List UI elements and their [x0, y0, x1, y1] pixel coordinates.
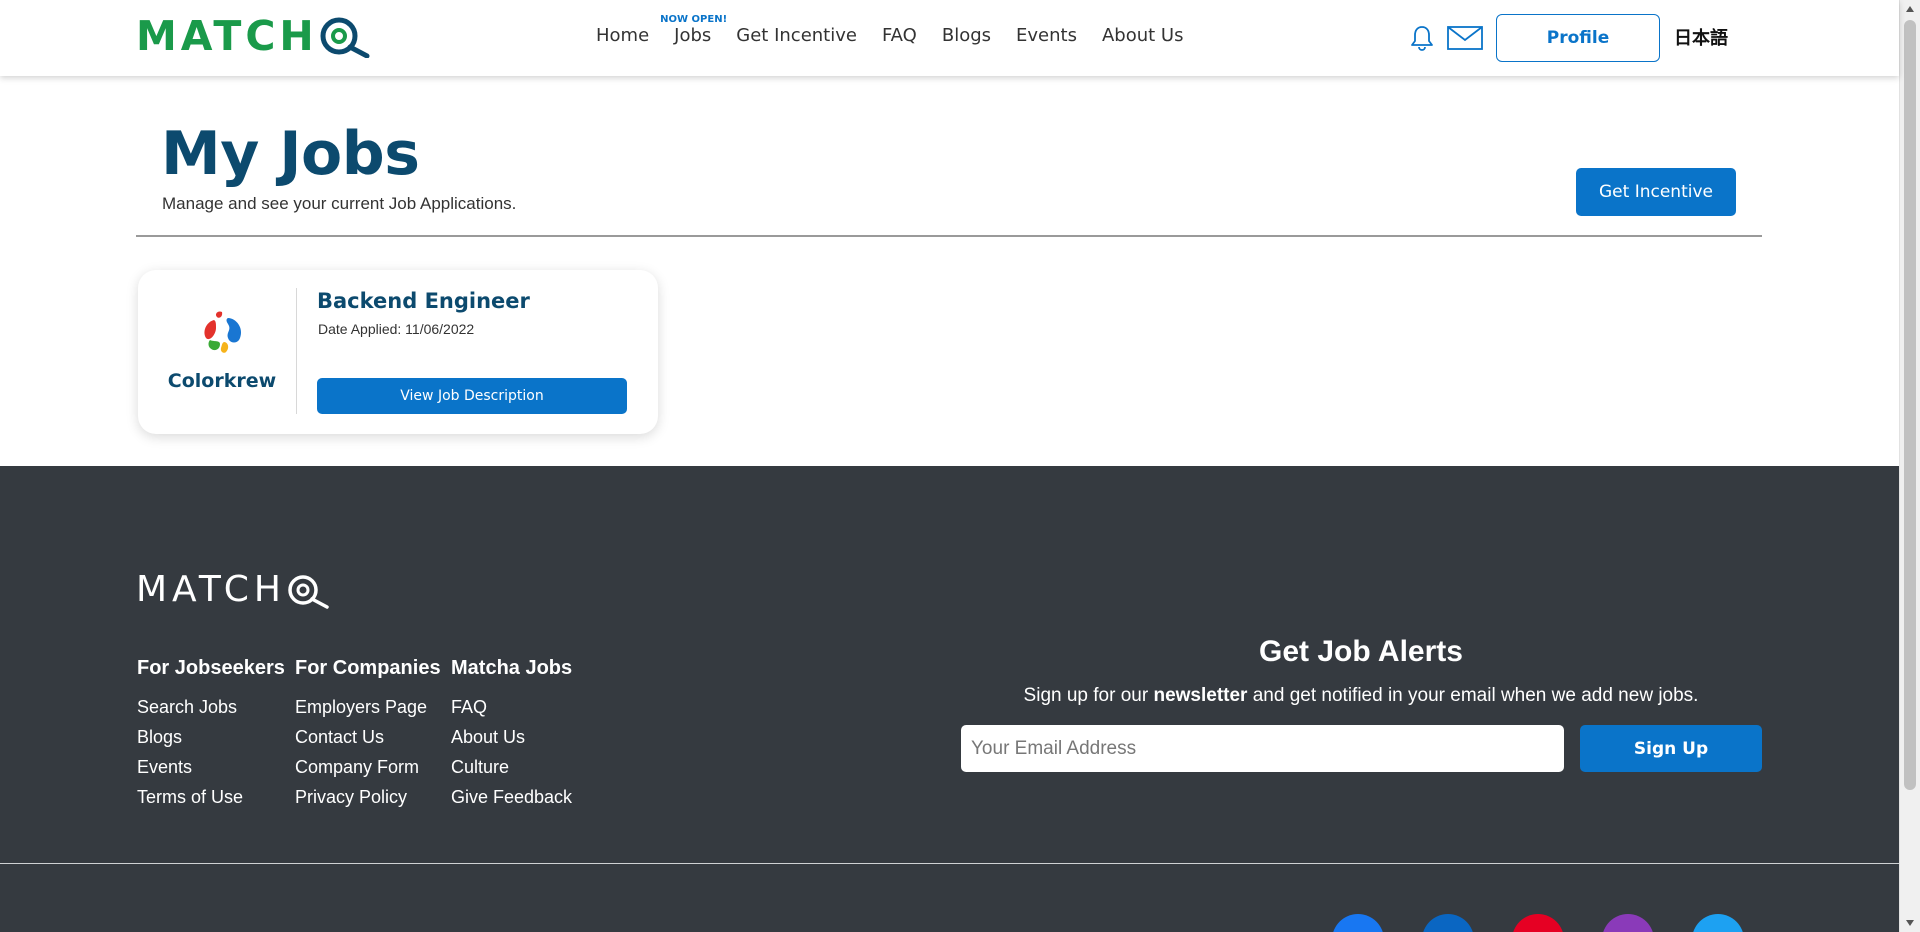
now-open-badge: NOW OPEN!: [660, 14, 728, 25]
page-scrollbar[interactable]: [1899, 0, 1920, 932]
main-nav: Home NOW OPEN! Jobs Get Incentive FAQ Bl…: [596, 14, 1208, 50]
company-name: Colorkrew: [167, 370, 277, 392]
footer-link-events[interactable]: Events: [137, 752, 285, 782]
mail-icon[interactable]: [1447, 26, 1483, 50]
footer-col-companies: For Companies Employers Page Contact Us …: [295, 656, 441, 812]
footer-link-search-jobs[interactable]: Search Jobs: [137, 692, 285, 722]
nav-events[interactable]: Events: [1016, 22, 1077, 50]
sign-up-button[interactable]: Sign Up: [1580, 725, 1762, 772]
matcha-logo[interactable]: MATCH: [136, 14, 371, 58]
nav-blogs[interactable]: Blogs: [942, 22, 991, 50]
footer-logo[interactable]: MATCH: [136, 570, 330, 610]
job-alerts-title: Get Job Alerts: [1259, 635, 1463, 668]
youtube-icon[interactable]: [1512, 914, 1564, 932]
footer-link-employers[interactable]: Employers Page: [295, 692, 441, 722]
twitter-icon[interactable]: [1692, 914, 1744, 932]
facebook-icon[interactable]: [1332, 914, 1384, 932]
job-title: Backend Engineer: [317, 289, 530, 313]
card-separator: [296, 288, 297, 414]
scroll-down-arrow-icon[interactable]: [1906, 920, 1914, 926]
footer-link-about-us[interactable]: About Us: [451, 722, 572, 752]
logo-search-icon: [320, 17, 370, 58]
footer-link-privacy[interactable]: Privacy Policy: [295, 782, 441, 812]
footer-link-faq[interactable]: FAQ: [451, 692, 572, 722]
language-switch[interactable]: 日本語: [1674, 26, 1728, 50]
instagram-icon[interactable]: [1602, 914, 1654, 932]
footer-link-terms[interactable]: Terms of Use: [137, 782, 285, 812]
colorkrew-logo: [204, 311, 242, 353]
get-incentive-button[interactable]: Get Incentive: [1576, 168, 1736, 216]
footer-link-blogs[interactable]: Blogs: [137, 722, 285, 752]
footer-link-contact[interactable]: Contact Us: [295, 722, 441, 752]
linkedin-icon[interactable]: [1422, 914, 1474, 932]
date-applied: Date Applied: 11/06/2022: [318, 321, 475, 337]
footer-logo-search-icon: [288, 575, 329, 609]
footer-logo-text: MATCH: [136, 569, 286, 610]
title-divider: [136, 235, 1762, 237]
site-footer: MATCH For Jobseekers Search Jobs Blogs E…: [0, 466, 1899, 932]
nav-jobs[interactable]: NOW OPEN! Jobs: [660, 14, 727, 50]
footer-link-culture[interactable]: Culture: [451, 752, 572, 782]
nav-faq[interactable]: FAQ: [882, 22, 917, 50]
footer-col-title: Matcha Jobs: [451, 657, 573, 679]
footer-col-matcha-jobs: Matcha Jobs FAQ About Us Culture Give Fe…: [451, 656, 572, 812]
page-title: My Jobs: [161, 119, 420, 189]
job-card: Colorkrew Backend Engineer Date Applied:…: [138, 270, 658, 434]
nav-about-us[interactable]: About Us: [1102, 22, 1184, 50]
footer-link-company-form[interactable]: Company Form: [295, 752, 441, 782]
email-input[interactable]: [961, 725, 1564, 772]
scroll-up-arrow-icon[interactable]: [1906, 6, 1914, 12]
page-subtitle: Manage and see your current Job Applicat…: [162, 194, 517, 213]
view-job-description-button[interactable]: View Job Description: [317, 378, 627, 414]
footer-link-feedback[interactable]: Give Feedback: [451, 782, 572, 812]
job-alerts-text: Sign up for our newsletter and get notif…: [1023, 685, 1699, 706]
scroll-thumb[interactable]: [1904, 20, 1916, 790]
nav-home[interactable]: Home: [596, 22, 649, 50]
footer-col-title: For Jobseekers: [137, 657, 285, 679]
bell-icon[interactable]: [1409, 24, 1435, 52]
site-header: MATCH Home NOW OPEN! Jobs Get Incentive …: [0, 0, 1899, 76]
profile-button[interactable]: Profile: [1496, 14, 1660, 62]
nav-get-incentive[interactable]: Get Incentive: [736, 22, 857, 50]
footer-col-jobseekers: For Jobseekers Search Jobs Blogs Events …: [137, 656, 285, 812]
logo-text: MATCH: [136, 12, 318, 60]
footer-divider: [0, 863, 1899, 864]
footer-col-title: For Companies: [295, 657, 441, 679]
